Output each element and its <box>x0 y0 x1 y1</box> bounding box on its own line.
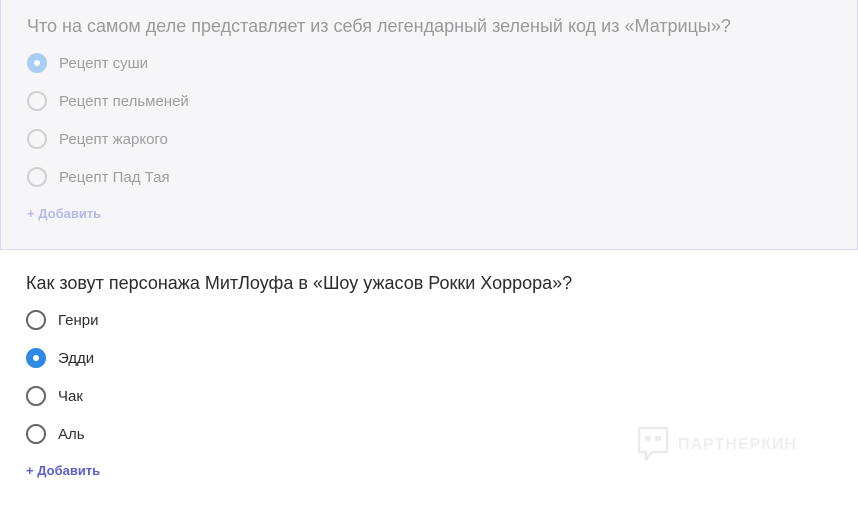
option-label: Чак <box>58 387 83 405</box>
option-label: Рецепт Пад Тая <box>59 168 170 186</box>
option-label: Генри <box>58 311 99 329</box>
chat-bubble-logo-icon <box>637 426 669 462</box>
question-card: Как зовут персонажа МитЛоуфа в «Шоу ужас… <box>0 251 858 516</box>
radio-option[interactable]: Генри <box>26 308 98 332</box>
watermark: ПАРТНЕРКИН <box>636 425 797 465</box>
question-card-inactive[interactable]: Что на самом деле представляет из себя л… <box>0 0 858 250</box>
radio-icon[interactable] <box>26 386 46 406</box>
radio-option[interactable]: Рецепт пельменей <box>27 89 189 113</box>
option-label: Рецепт пельменей <box>59 92 189 110</box>
radio-option[interactable]: Чак <box>26 384 83 408</box>
question-title: Что на самом деле представляет из себя л… <box>27 16 731 36</box>
radio-option[interactable]: Аль <box>26 422 85 446</box>
question-title: Как зовут персонажа МитЛоуфа в «Шоу ужас… <box>26 273 573 293</box>
radio-icon[interactable] <box>26 310 46 330</box>
radio-icon[interactable] <box>27 91 47 111</box>
radio-option[interactable]: Рецепт суши <box>27 51 148 75</box>
radio-option[interactable]: Рецепт Пад Тая <box>27 165 170 189</box>
radio-icon[interactable] <box>27 167 47 187</box>
radio-selected-icon[interactable] <box>27 53 47 73</box>
radio-icon[interactable] <box>26 424 46 444</box>
option-label: Рецепт жаркого <box>59 130 168 148</box>
watermark-text: ПАРТНЕРКИН <box>678 436 798 453</box>
radio-option[interactable]: Рецепт жаркого <box>27 127 168 151</box>
add-option-link[interactable]: + Добавить <box>27 206 101 221</box>
radio-option[interactable]: Эдди <box>26 346 94 370</box>
radio-selected-icon[interactable] <box>26 348 46 368</box>
option-label: Рецепт суши <box>59 54 149 72</box>
radio-icon[interactable] <box>27 129 47 149</box>
add-option-link[interactable]: + Добавить <box>26 463 100 478</box>
option-label: Аль <box>58 425 85 443</box>
option-label: Эдди <box>58 349 95 367</box>
